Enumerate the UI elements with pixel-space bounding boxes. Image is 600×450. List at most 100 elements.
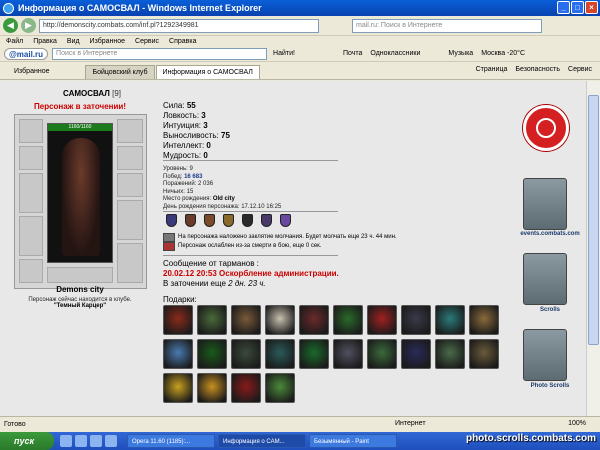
gift-icon[interactable] (231, 339, 261, 369)
gift-icon[interactable] (299, 305, 329, 335)
weapon-slot[interactable] (19, 173, 43, 213)
earring-slot[interactable] (117, 119, 143, 143)
shield-slot[interactable] (117, 200, 143, 240)
photo-scrolls-link[interactable]: Photo Scrolls (515, 383, 585, 389)
gift-icon[interactable] (197, 339, 227, 369)
menu-file[interactable]: Файл (6, 36, 23, 47)
tab-fight-club[interactable]: Бойцовский клуб (85, 65, 155, 79)
menu-favorites[interactable]: Избранное (90, 36, 125, 47)
gift-icon[interactable] (367, 305, 397, 335)
page-menu[interactable]: Страница (476, 66, 508, 73)
medals-row (166, 214, 291, 227)
gift-icon[interactable] (265, 373, 295, 403)
gift-icon[interactable] (265, 339, 295, 369)
forward-icon[interactable]: ▶ (21, 18, 36, 33)
scrolls-link[interactable]: Scrolls (515, 307, 585, 313)
gift-icon[interactable] (333, 305, 363, 335)
minimize-button[interactable]: _ (557, 1, 570, 14)
gift-icon[interactable] (163, 339, 193, 369)
helmet-slot[interactable] (19, 119, 43, 143)
mailru-music-button[interactable]: Музыка (446, 48, 475, 60)
info-birthday: День рождения персонажа: 17.12.10 16:25 (163, 203, 282, 210)
medal-icon[interactable] (223, 214, 234, 227)
gift-icon[interactable] (265, 305, 295, 335)
scrolls-banner-icon[interactable] (523, 253, 567, 305)
medal-icon[interactable] (204, 214, 215, 227)
events-banner-icon[interactable] (523, 178, 567, 230)
info-draws: Ничьих: 15 (163, 188, 194, 195)
zoom-level[interactable]: 100% (568, 420, 586, 427)
ring-slot[interactable] (117, 173, 143, 197)
mailru-mail-button[interactable]: Почта (341, 48, 364, 60)
tabs-bar: Избранное Бойцовский клуб Информация о С… (0, 62, 600, 80)
window-titlebar: Информация о САМОСВАЛ - Windows Internet… (0, 0, 600, 16)
gift-icon[interactable] (435, 305, 465, 335)
task-paint[interactable]: Безымянный - Paint (309, 434, 397, 448)
menu-view[interactable]: Вид (67, 36, 80, 47)
gift-icon[interactable] (401, 305, 431, 335)
gift-icon[interactable] (469, 339, 499, 369)
armor-slot[interactable] (19, 216, 43, 256)
gloves-slot[interactable] (117, 146, 143, 170)
task-ie[interactable]: Информация о САМ... (218, 434, 306, 448)
security-menu[interactable]: Безопасность (515, 66, 560, 73)
menu-edit[interactable]: Правка (33, 36, 57, 47)
service-menu[interactable]: Сервис (568, 66, 592, 73)
gift-icon[interactable] (163, 305, 193, 335)
photo-scrolls-banner-icon[interactable] (523, 329, 567, 381)
stat-endurance: Выносливость: 75 (163, 131, 230, 140)
address-input[interactable]: http://demonscity.combats.com/inf.pl?129… (39, 18, 319, 33)
combats-logo[interactable] (523, 105, 569, 151)
maximize-button[interactable]: □ (571, 1, 584, 14)
medal-icon[interactable] (280, 214, 291, 227)
menu-bar: Файл Правка Вид Избранное Сервис Справка (0, 36, 600, 47)
medal-icon[interactable] (261, 214, 272, 227)
medal-icon[interactable] (166, 214, 177, 227)
character-name: САМОСВАЛ [9] (63, 89, 122, 98)
mailru-logo[interactable]: @mail.ru (4, 48, 49, 60)
gift-icon[interactable] (231, 305, 261, 335)
favorites-button[interactable]: Избранное (4, 65, 55, 79)
quicklaunch-icon[interactable] (75, 435, 87, 447)
gift-icon[interactable] (401, 339, 431, 369)
start-button[interactable]: пуск (0, 432, 54, 450)
mailru-search-input[interactable]: Поиск в Интернете (52, 48, 268, 60)
character-figure (62, 138, 100, 256)
prison-time: В заточении еще 2 дн. 23 ч. (163, 279, 266, 288)
events-link[interactable]: events.combats.com (515, 231, 585, 237)
gift-icon[interactable] (299, 339, 329, 369)
quicklaunch-icon[interactable] (90, 435, 102, 447)
gift-icon[interactable] (163, 373, 193, 403)
mailru-weather[interactable]: Москва -20°C (479, 48, 527, 60)
medal-icon[interactable] (242, 214, 253, 227)
vertical-scrollbar[interactable] (586, 81, 600, 416)
menu-tools[interactable]: Сервис (135, 36, 159, 47)
gifts-grid (163, 305, 513, 403)
task-opera[interactable]: Opera 11.60 (1185):... (127, 434, 215, 448)
ie-icon (3, 2, 14, 14)
divider (163, 255, 338, 256)
mailru-find-button[interactable]: Найти! (271, 48, 297, 60)
gift-icon[interactable] (197, 373, 227, 403)
search-input[interactable]: mail.ru: Поиск в Интернете (352, 18, 542, 33)
boots-slot[interactable] (117, 243, 143, 283)
bracer-slot[interactable] (47, 267, 113, 283)
close-button[interactable]: × (585, 1, 598, 14)
gift-icon[interactable] (469, 305, 499, 335)
back-icon[interactable]: ◀ (3, 18, 18, 33)
info-losses: Поражений: 2 036 (163, 181, 214, 187)
gift-icon[interactable] (435, 339, 465, 369)
necklace-slot[interactable] (19, 146, 43, 170)
mailru-ok-button[interactable]: Одноклассники (368, 48, 422, 60)
medal-icon[interactable] (185, 214, 196, 227)
gift-icon[interactable] (231, 373, 261, 403)
belt-slot[interactable] (19, 259, 43, 283)
tab-char-info[interactable]: Информация о САМОСВАЛ (155, 65, 260, 79)
menu-help[interactable]: Справка (169, 36, 196, 47)
quicklaunch-icon[interactable] (105, 435, 117, 447)
gift-icon[interactable] (367, 339, 397, 369)
gift-icon[interactable] (197, 305, 227, 335)
quicklaunch-icon[interactable] (60, 435, 72, 447)
gift-icon[interactable] (333, 339, 363, 369)
location-room: "Темный Карцер" (53, 303, 107, 309)
